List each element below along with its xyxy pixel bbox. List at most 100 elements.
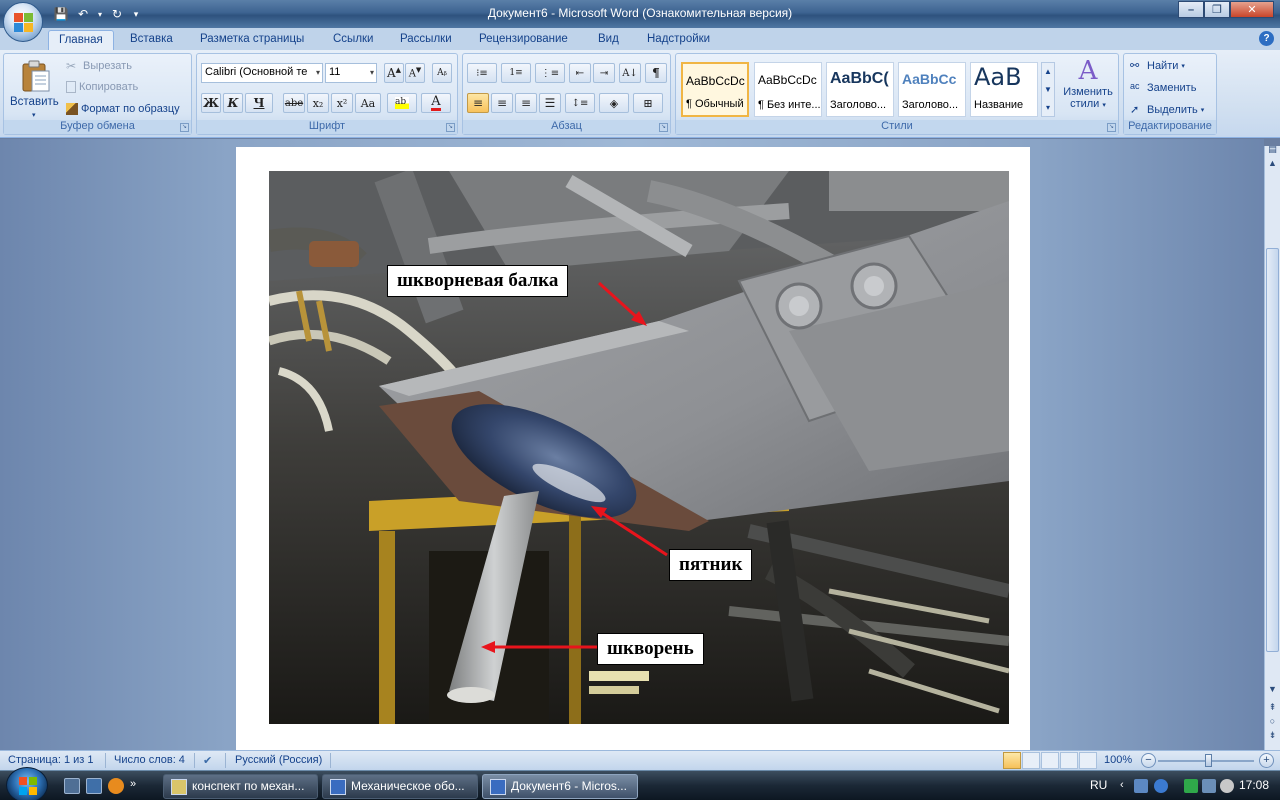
tab-addins[interactable]: Надстройки [647,30,710,50]
shading-button[interactable]: ◈ [599,93,629,113]
font-launcher-icon[interactable]: ↘ [446,123,455,132]
tab-page-layout[interactable]: Разметка страницы [200,30,304,50]
label-center-plate[interactable]: пятник [669,549,753,581]
scroll-down-icon[interactable]: ▼ [1042,81,1054,99]
zoom-level[interactable]: 100% [1104,754,1132,766]
bold-button[interactable]: Ж [201,93,221,113]
clear-formatting-button[interactable]: Aᵦ [432,63,452,83]
grow-font-button[interactable]: A▲ [384,63,404,83]
more-styles-icon[interactable]: ▾ [1042,99,1054,116]
shrink-font-button[interactable]: A▼ [405,63,425,83]
page-count-status[interactable]: Страница: 1 из 1 [8,754,94,766]
scroll-down-arrow-icon[interactable]: ▼ [1265,684,1280,694]
format-painter-button[interactable]: Формат по образцу [66,103,180,115]
tab-insert[interactable]: Вставка [130,30,173,50]
italic-button[interactable]: К [223,93,243,113]
style-normal[interactable]: AaBbCcDc ¶ Обычный [681,62,749,117]
office-button[interactable] [3,2,43,42]
full-screen-reading-view-icon[interactable] [1022,752,1040,769]
proofing-icon[interactable]: ✔ [203,754,212,767]
underline-button[interactable]: Ч [245,93,273,113]
styles-launcher-icon[interactable]: ↘ [1107,123,1116,132]
next-page-icon[interactable]: ⇟ [1265,730,1280,741]
style-title[interactable]: AaB Название [970,62,1038,117]
increase-indent-button[interactable]: ⇥ [593,63,615,83]
scroll-up-arrow-icon[interactable]: ▲ [1265,158,1280,168]
bogie-photo[interactable]: шкворневая балка пятник шкворень [269,171,1009,724]
zoom-out-icon[interactable]: − [1141,753,1156,768]
find-button[interactable]: ⚯ Найти ▾ [1130,59,1185,73]
tab-references[interactable]: Ссылки [333,30,374,50]
bullets-button[interactable]: ⁝≡ [467,63,497,83]
word-count-status[interactable]: Число слов: 4 [114,754,185,766]
clipboard-launcher-icon[interactable]: ↘ [180,123,189,132]
label-kingpin[interactable]: шкворень [597,633,704,665]
tray-expand-icon[interactable]: ‹ [1120,779,1134,793]
font-name-combo[interactable]: Calibri (Основной те ▾ [201,63,323,83]
align-right-button[interactable]: ≡ [515,93,537,113]
tab-mailings[interactable]: Рассылки [400,30,452,50]
font-size-combo[interactable]: 11 ▾ [325,63,377,83]
language-indicator[interactable]: RU [1090,778,1107,792]
multilevel-list-button[interactable]: ⋮≡ [535,63,565,83]
font-color-button[interactable]: A [421,93,451,113]
vertical-scrollbar[interactable]: ▤ ▲ ▼ ⇞ ○ ⇟ [1264,144,1280,750]
taskbar-item-notes[interactable]: конспект по механ... [163,774,318,799]
taskbar-item-mechanical[interactable]: Механическое обо... [322,774,478,799]
change-case-button[interactable]: Aa [355,93,381,113]
numbering-button[interactable]: 1≡ [501,63,531,83]
zoom-in-icon[interactable]: + [1259,753,1274,768]
cut-button[interactable]: ✂ Вырезать [66,59,132,73]
network-icon[interactable] [1134,779,1148,793]
taskbar-item-document6[interactable]: Документ6 - Micros... [482,774,638,799]
ruler-toggle-icon[interactable]: ▤ [1265,144,1280,155]
highlight-button[interactable]: ab [387,93,417,113]
quick-launch-overflow-icon[interactable]: » [130,778,140,794]
show-marks-button[interactable]: ¶ [645,63,667,83]
style-heading-1[interactable]: AaBbC( Заголово... [826,62,894,117]
language-status[interactable]: Русский (Россия) [235,754,322,766]
maximize-button[interactable]: ❐ [1204,1,1230,18]
borders-button[interactable]: ⊞ [633,93,663,113]
volume-icon[interactable] [1220,779,1234,793]
safely-remove-icon[interactable] [1184,779,1198,793]
style-no-spacing[interactable]: AaBbCcDc ¶ Без инте... [754,62,822,117]
minimize-button[interactable]: – [1178,1,1204,18]
tab-review[interactable]: Рецензирование [479,30,568,50]
outline-view-icon[interactable] [1060,752,1078,769]
align-center-button[interactable]: ≡ [491,93,513,113]
media-player-icon[interactable] [108,778,124,794]
justify-button[interactable]: ☰ [539,93,561,113]
paragraph-launcher-icon[interactable]: ↘ [659,123,668,132]
zoom-slider-knob[interactable] [1205,754,1212,767]
superscript-button[interactable]: x² [331,93,353,113]
switch-windows-icon[interactable] [86,778,102,794]
line-spacing-button[interactable]: ↕≡ [565,93,595,113]
tab-view[interactable]: Вид [598,30,619,50]
show-desktop-icon[interactable] [64,778,80,794]
select-button[interactable]: ➚ Выделить ▾ [1130,103,1204,117]
draft-view-icon[interactable] [1079,752,1097,769]
replace-button[interactable]: ac Заменить [1130,81,1196,95]
select-browse-object-icon[interactable]: ○ [1265,716,1280,726]
display-icon[interactable] [1202,779,1216,793]
help-icon[interactable]: ? [1259,31,1274,46]
tray-app-icon[interactable] [1154,779,1168,793]
style-heading-2[interactable]: AaBbCc Заголово... [898,62,966,117]
strikethrough-button[interactable]: abe [283,93,305,113]
paste-button[interactable]: Вставить ▾ [8,56,60,120]
previous-page-icon[interactable]: ⇞ [1265,702,1280,713]
align-left-button[interactable]: ≡ [467,93,489,113]
clock[interactable]: 17:08 [1239,778,1269,792]
label-kingpin-beam[interactable]: шкворневая балка [387,265,569,297]
scroll-up-icon[interactable]: ▲ [1042,63,1054,81]
change-styles-button[interactable]: A Изменить стили ▾ [1060,56,1116,122]
subscript-button[interactable]: x₂ [307,93,329,113]
decrease-indent-button[interactable]: ⇤ [569,63,591,83]
scroll-thumb[interactable] [1266,248,1279,652]
close-button[interactable]: ✕ [1230,1,1274,18]
web-layout-view-icon[interactable] [1041,752,1059,769]
document-page[interactable]: шкворневая балка пятник шкворень [236,147,1030,750]
sort-button[interactable]: A↓ [619,63,641,83]
start-button[interactable] [6,767,48,800]
